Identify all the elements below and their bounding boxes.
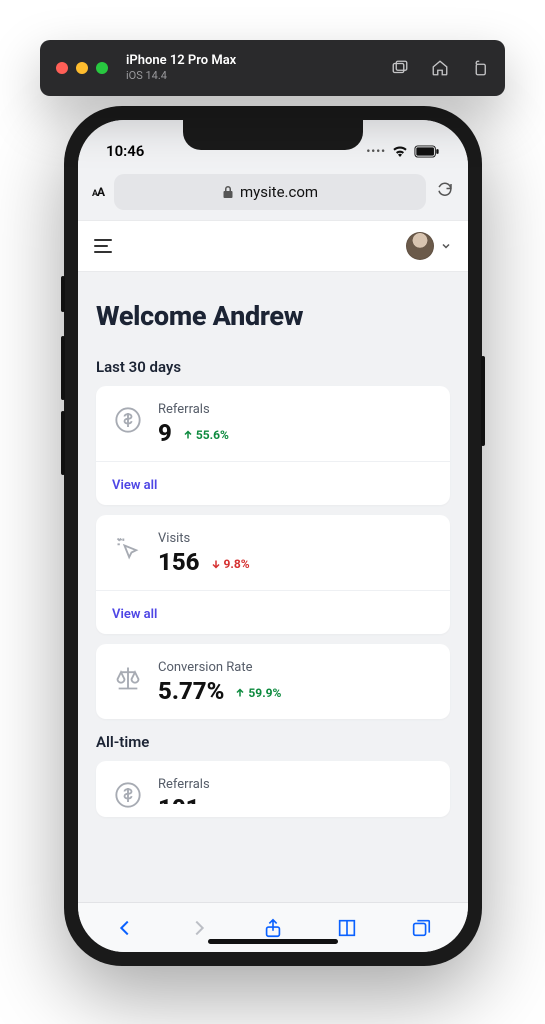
simulator-device-name: iPhone 12 Pro Max <box>126 54 236 69</box>
lock-icon <box>222 185 234 199</box>
view-all-link[interactable]: View all <box>112 478 157 493</box>
tabs-icon[interactable] <box>410 917 432 939</box>
arrow-up-icon <box>182 429 194 441</box>
metric-label: Conversion Rate <box>158 660 434 675</box>
minimize-window-icon[interactable] <box>76 62 88 74</box>
phone-notch <box>183 120 363 150</box>
page-content: Welcome Andrew Last 30 days Referrals 9 <box>78 272 468 902</box>
metric-value: 9 <box>158 419 172 447</box>
metric-label: Visits <box>158 531 434 546</box>
home-indicator[interactable] <box>208 939 338 944</box>
card-conversion: Conversion Rate 5.77% 59.9% <box>96 644 450 719</box>
zoom-window-icon[interactable] <box>96 62 108 74</box>
app-header <box>78 220 468 272</box>
metric-label: Referrals <box>158 777 434 792</box>
arrow-down-icon <box>210 558 222 570</box>
dollar-icon <box>112 402 144 434</box>
screenshot-icon[interactable] <box>391 59 409 77</box>
section-last30-title: Last 30 days <box>96 358 450 376</box>
metric-value: 101 <box>158 794 200 804</box>
menu-icon[interactable] <box>94 239 112 253</box>
safari-toolbar <box>78 902 468 952</box>
metric-value: 156 <box>158 548 200 576</box>
scale-icon <box>112 660 144 692</box>
reload-icon[interactable] <box>436 181 454 203</box>
phone-frame: 10:46 •••• AA mysite.com <box>64 106 482 966</box>
url-domain: mysite.com <box>240 183 318 201</box>
page-title: Welcome Andrew <box>96 300 450 332</box>
wifi-icon <box>392 145 408 157</box>
card-referrals: Referrals 9 55.6% View all <box>96 386 450 505</box>
section-alltime-title: All-time <box>96 733 450 751</box>
safari-url-bar: AA mysite.com <box>78 168 468 220</box>
user-menu[interactable] <box>406 232 452 260</box>
phone-screen: 10:46 •••• AA mysite.com <box>78 120 468 952</box>
simulator-title-block: iPhone 12 Pro Max iOS 14.4 <box>126 54 236 82</box>
bookmarks-icon[interactable] <box>336 917 358 939</box>
rotate-icon[interactable] <box>471 59 489 77</box>
card-visits: Visits 156 9.8% View all <box>96 515 450 634</box>
metric-label: Referrals <box>158 402 434 417</box>
home-icon[interactable] <box>431 59 449 77</box>
chevron-down-icon <box>440 237 452 256</box>
forward-icon[interactable] <box>188 917 210 939</box>
back-icon[interactable] <box>114 917 136 939</box>
metric-value: 5.77% <box>158 677 224 705</box>
click-icon <box>112 531 144 563</box>
window-controls <box>56 62 108 74</box>
card-alltime-referrals: Referrals 101 <box>96 761 450 817</box>
close-window-icon[interactable] <box>56 62 68 74</box>
cellular-icon: •••• <box>366 145 386 158</box>
view-all-link[interactable]: View all <box>112 607 157 622</box>
dollar-icon <box>112 777 144 809</box>
url-field[interactable]: mysite.com <box>114 174 426 210</box>
status-time: 10:46 <box>106 142 144 160</box>
metric-delta: 59.9% <box>234 686 281 700</box>
metric-delta: 55.6% <box>182 428 229 442</box>
simulator-toolbar: iPhone 12 Pro Max iOS 14.4 <box>40 40 505 96</box>
arrow-up-icon <box>234 687 246 699</box>
simulator-os-version: iOS 14.4 <box>126 69 236 82</box>
reader-mode-icon[interactable]: AA <box>92 185 104 199</box>
avatar <box>406 232 434 260</box>
battery-icon <box>414 145 440 158</box>
share-icon[interactable] <box>262 917 284 939</box>
metric-delta: 9.8% <box>210 557 250 571</box>
